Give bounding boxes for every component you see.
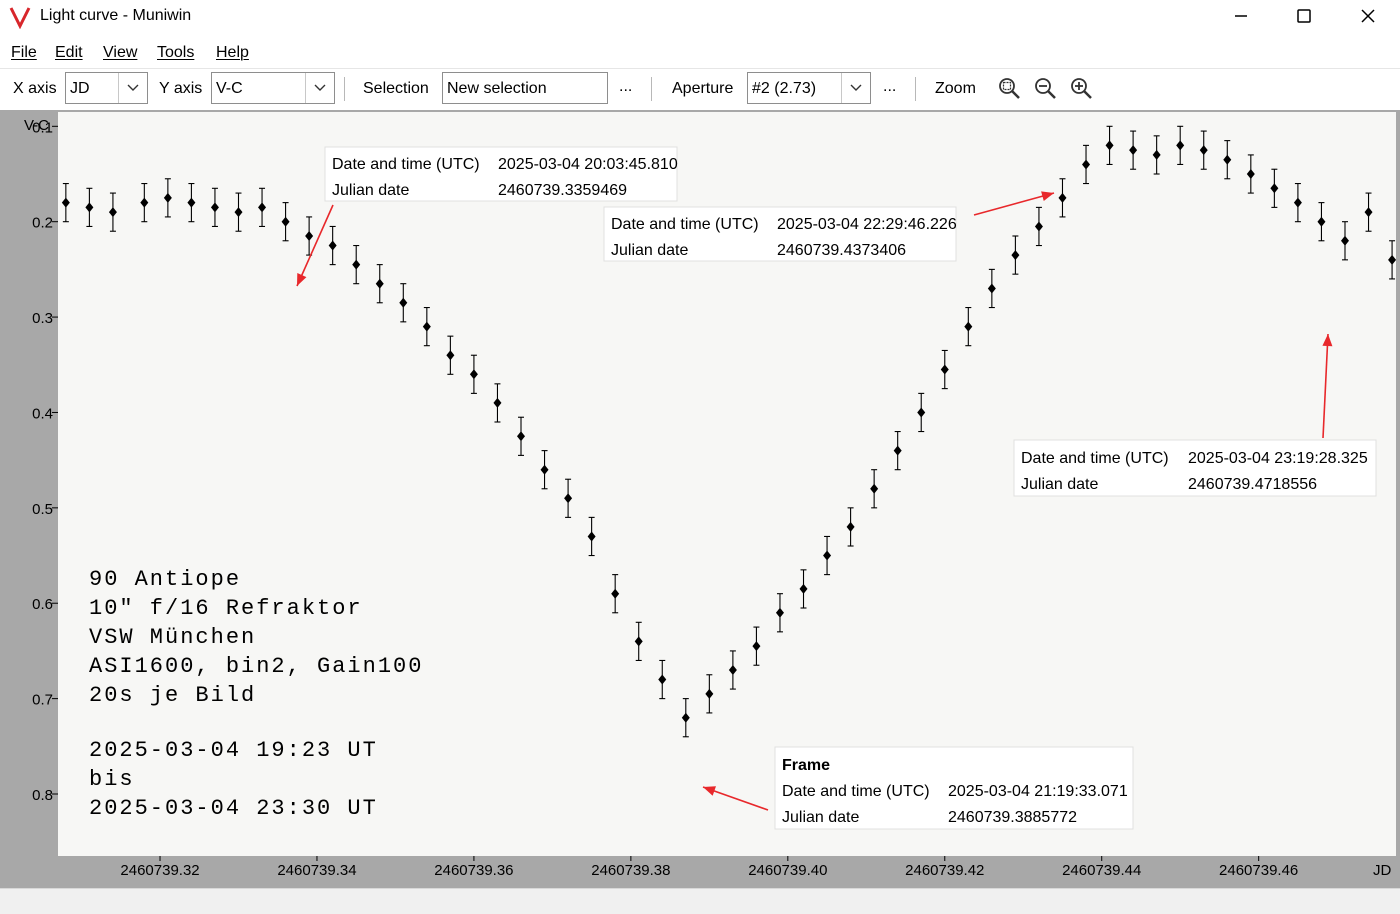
toolbar: X axis JD Y axis V-C Selection New selec… <box>0 68 1400 109</box>
y-tick-label: 0.8 <box>32 787 53 804</box>
annotation-label: Julian date <box>1021 476 1098 493</box>
x-axis-select[interactable]: JD <box>65 72 148 104</box>
y-axis-select[interactable]: V-C <box>211 72 335 104</box>
x-axis-value: JD <box>70 80 90 97</box>
annotation-value: 2460739.3359469 <box>498 182 627 199</box>
annotation-label: Julian date <box>782 809 859 826</box>
annotation-value: 2460739.4718556 <box>1188 476 1317 493</box>
toolbar-separator <box>344 77 345 101</box>
chart-panel[interactable]: 0.1 0.2 0.3 0.4 0.5 0.6 0.7 0.8 2460739.32 24607… <box>0 110 1400 888</box>
selection-label: Selection <box>363 80 429 97</box>
minimize-button[interactable] <box>1209 0 1273 32</box>
annotation-label: Date and time (UTC) <box>611 216 759 233</box>
y-axis-value: V-C <box>216 80 243 97</box>
annotation-header: Frame <box>782 757 830 774</box>
selection-value: New selection <box>447 80 547 97</box>
zoom-in-icon[interactable] <box>1069 76 1093 100</box>
chevron-down-icon <box>305 73 334 103</box>
close-icon <box>1361 9 1375 23</box>
menu-bar: File Edit View Tools Help <box>0 38 1400 66</box>
menu-file[interactable]: File <box>11 44 37 62</box>
x-tick-label: 2460739.42 <box>905 862 984 879</box>
maximize-button[interactable] <box>1272 0 1336 32</box>
zoom-fit-icon[interactable] <box>997 76 1021 100</box>
x-axis-label: X axis <box>13 80 57 97</box>
annotation-value: 2460739.4373406 <box>777 242 906 259</box>
aperture-more-button[interactable]: ... <box>883 78 896 96</box>
x-axis-title: JD <box>1373 862 1392 879</box>
x-tick-label: 2460739.32 <box>120 862 199 879</box>
y-tick-label: 0.7 <box>32 692 53 709</box>
maximize-icon <box>1297 9 1311 23</box>
menu-edit[interactable]: Edit <box>55 44 83 62</box>
notes-text: 10" f/16 Refraktor <box>89 596 363 621</box>
y-tick-label: 0.6 <box>32 596 53 613</box>
y-tick-label: 0.2 <box>32 215 53 232</box>
x-tick-label: 2460739.44 <box>1062 862 1141 879</box>
annotation-value: 2025-03-04 20:03:45.810 <box>498 156 678 173</box>
app-logo-icon <box>9 7 31 29</box>
light-curve-chart[interactable]: 0.10.20.30.40.50.60.70.8 2460739.32 24607… <box>0 110 1400 888</box>
aperture-value: #2 (2.73) <box>752 80 817 97</box>
window-title: Light curve - Muniwin <box>40 7 192 24</box>
annotation-value: 2460739.3885772 <box>948 809 1077 826</box>
y-tick-label: 0.4 <box>32 405 53 422</box>
x-tick-label: 2460739.46 <box>1219 862 1298 879</box>
y-axis-title: V-C <box>24 117 49 134</box>
x-tick-label: 2460739.38 <box>591 862 670 879</box>
y-tick-label: 0.3 <box>32 310 53 327</box>
selection-more-button[interactable]: ... <box>619 78 632 96</box>
title-bar: Light curve - Muniwin <box>0 0 1400 34</box>
annotation-value: 2025-03-04 21:19:33.071 <box>948 783 1128 800</box>
close-button[interactable] <box>1336 0 1400 32</box>
notes-text: 2025-03-04 23:30 UT <box>89 796 378 821</box>
zoom-out-icon[interactable] <box>1033 76 1057 100</box>
y-axis-label: Y axis <box>159 80 203 97</box>
notes-text: ASI1600, bin2, Gain100 <box>89 654 423 679</box>
aperture-select[interactable]: #2 (2.73) <box>747 72 871 104</box>
annotation-label: Date and time (UTC) <box>1021 450 1169 467</box>
zoom-label: Zoom <box>935 80 976 97</box>
y-tick-label: 0.5 <box>32 501 53 518</box>
x-tick-label: 2460739.36 <box>434 862 513 879</box>
menu-help[interactable]: Help <box>216 44 249 62</box>
status-bar <box>0 888 1400 914</box>
annotation-label: Date and time (UTC) <box>782 783 930 800</box>
annotation-label: Julian date <box>611 242 688 259</box>
annotation-value: 2025-03-04 23:19:28.325 <box>1188 450 1368 467</box>
selection-field[interactable]: New selection <box>442 72 608 104</box>
notes-text: 2025-03-04 19:23 UT <box>89 738 378 763</box>
toolbar-separator <box>651 77 652 101</box>
annotation-label: Date and time (UTC) <box>332 156 480 173</box>
aperture-label: Aperture <box>672 80 734 97</box>
x-tick-label: 2460739.40 <box>748 862 827 879</box>
notes-text: 20s je Bild <box>89 683 256 708</box>
minimize-icon <box>1235 15 1247 17</box>
toolbar-separator <box>915 77 916 101</box>
notes-text: VSW München <box>89 625 256 650</box>
chevron-down-icon <box>841 73 870 103</box>
menu-view[interactable]: View <box>103 44 137 62</box>
menu-tools[interactable]: Tools <box>157 44 194 62</box>
notes-text: 90 Antiope <box>89 567 241 592</box>
annotation-value: 2025-03-04 22:29:46.226 <box>777 216 957 233</box>
chevron-down-icon <box>118 73 147 103</box>
x-tick-label: 2460739.34 <box>277 862 356 879</box>
annotation-label: Julian date <box>332 182 409 199</box>
notes-text: bis <box>89 767 135 792</box>
